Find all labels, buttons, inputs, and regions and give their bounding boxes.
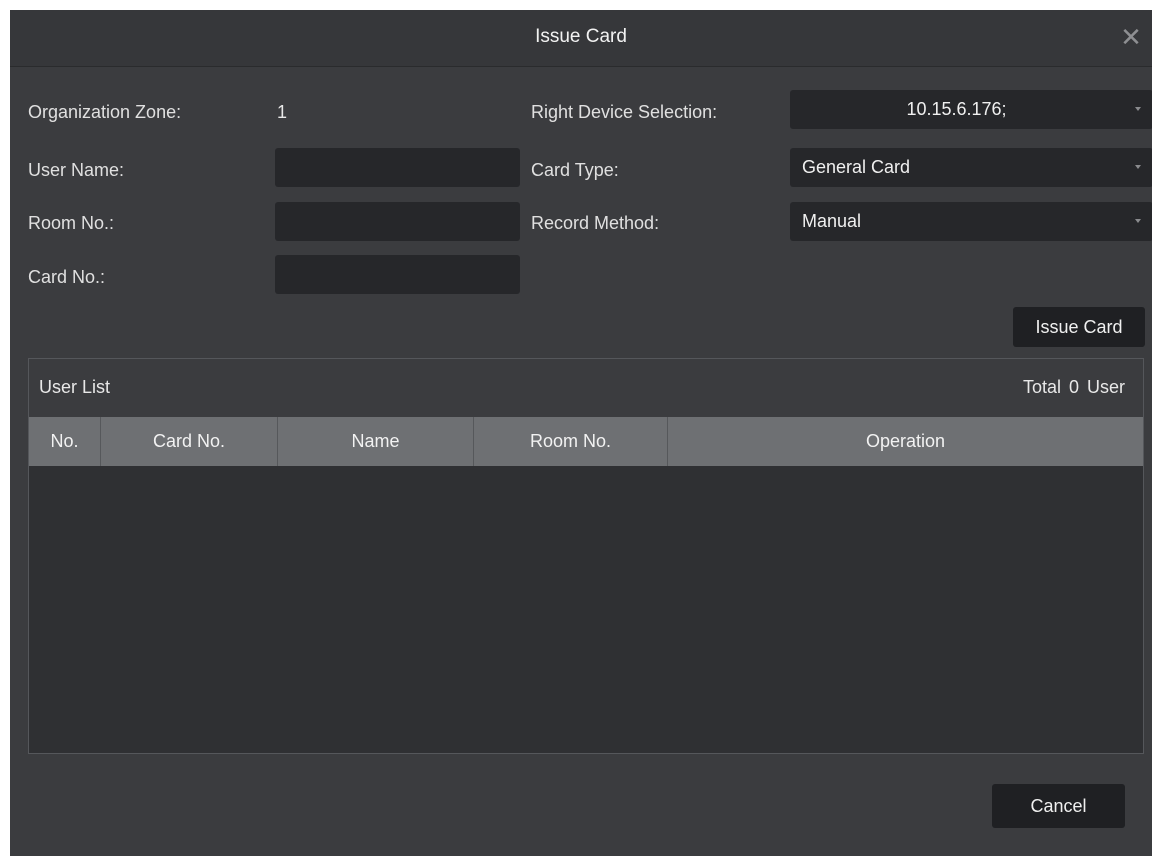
organization-zone-value: 1 <box>277 102 288 122</box>
card-type-label: Card Type: <box>531 160 619 180</box>
total-count: 0 <box>1068 377 1079 397</box>
room-no-input[interactable] <box>275 202 520 241</box>
total-label: Total <box>1022 377 1061 397</box>
room-no-label: Room No.: <box>28 213 115 233</box>
chevron-down-icon <box>1135 165 1141 169</box>
user-list-panel: User List Total 0 User No. Card No. Name R… <box>28 358 1144 754</box>
card-no-label: Card No.: <box>28 267 106 287</box>
table-header: No. Card No. Name Room No. Operation <box>29 417 1143 466</box>
user-name-label: User Name: <box>28 160 125 180</box>
close-icon[interactable]: ✕ <box>1118 24 1144 50</box>
column-header-name[interactable]: Name <box>278 417 474 466</box>
card-no-input[interactable] <box>275 255 520 294</box>
dialog-title: Issue Card <box>535 26 627 47</box>
column-header-operation[interactable]: Operation <box>668 417 1143 466</box>
cancel-button[interactable]: Cancel <box>992 784 1125 828</box>
total-unit: User <box>1086 377 1125 397</box>
user-list-title: User List <box>39 377 111 397</box>
card-type-select[interactable]: General Card <box>790 148 1152 187</box>
right-device-select[interactable]: 10.15.6.176; <box>790 90 1152 129</box>
issue-card-button[interactable]: Issue Card <box>1013 307 1145 347</box>
organization-zone-label: Organization Zone: <box>28 102 182 122</box>
record-method-value: Manual <box>802 211 862 231</box>
column-header-no[interactable]: No. <box>29 417 101 466</box>
table-body <box>29 466 1143 753</box>
user-list-header: User List Total 0 User <box>29 359 1143 417</box>
column-header-room-no[interactable]: Room No. <box>474 417 668 466</box>
chevron-down-icon <box>1135 107 1141 111</box>
user-total: Total 0 User <box>1015 377 1125 398</box>
user-name-input[interactable] <box>275 148 520 187</box>
card-type-value: General Card <box>802 157 911 177</box>
chevron-down-icon <box>1135 219 1141 223</box>
right-device-value: 10.15.6.176; <box>906 99 1007 119</box>
record-method-label: Record Method: <box>531 213 660 233</box>
title-bar: Issue Card ✕ <box>10 10 1152 67</box>
column-header-card-no[interactable]: Card No. <box>101 417 278 466</box>
issue-card-dialog: Issue Card ✕ Organization Zone: 1 User N… <box>10 10 1152 856</box>
record-method-select[interactable]: Manual <box>790 202 1152 241</box>
right-device-label: Right Device Selection: <box>531 102 718 122</box>
